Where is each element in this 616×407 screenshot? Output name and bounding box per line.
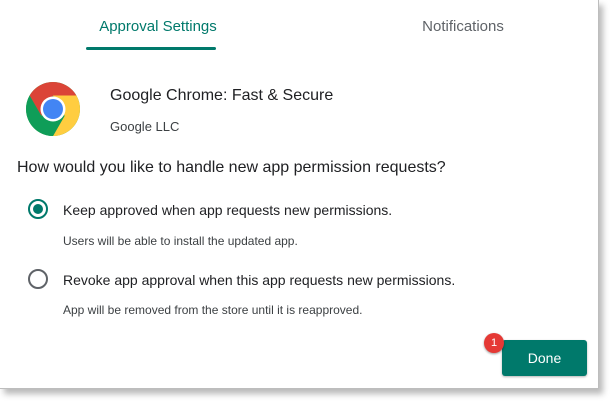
approval-settings-dialog: Approval Settings Notifications Google C…: [0, 0, 599, 389]
done-button[interactable]: Done: [502, 340, 587, 376]
option-revoke-approval-description: App will be removed from the store until…: [63, 303, 363, 317]
option-keep-approved-label[interactable]: Keep approved when app requests new perm…: [63, 202, 392, 218]
permission-question: How would you like to handle new app per…: [17, 159, 446, 176]
radio-keep-approved[interactable]: [28, 199, 48, 219]
tab-approval-settings[interactable]: Approval Settings: [88, 18, 228, 35]
app-developer: Google LLC: [110, 119, 180, 134]
option-keep-approved-description: Users will be able to install the update…: [63, 234, 298, 248]
radio-revoke-approval[interactable]: [28, 269, 48, 289]
tab-bar: Approval Settings Notifications: [0, 0, 598, 52]
chrome-logo-icon: [26, 82, 80, 136]
option-revoke-approval-label[interactable]: Revoke app approval when this app reques…: [63, 272, 455, 288]
app-name: Google Chrome: Fast & Secure: [110, 87, 334, 104]
step-callout-badge: 1: [484, 333, 504, 353]
tab-notifications[interactable]: Notifications: [393, 18, 533, 35]
active-tab-indicator: [86, 47, 216, 50]
